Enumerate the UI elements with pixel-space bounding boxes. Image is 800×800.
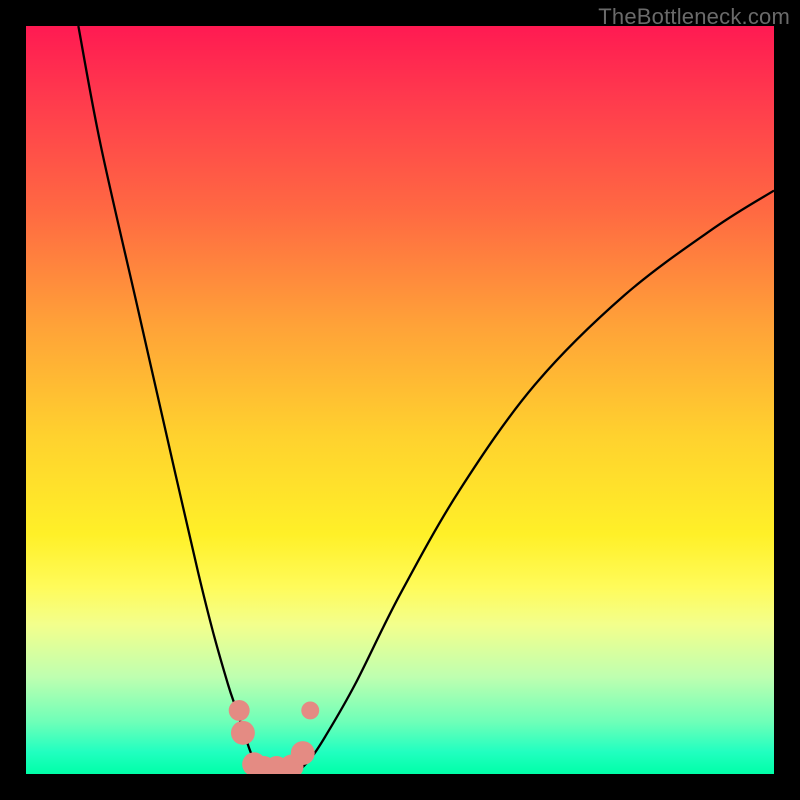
curve-right-branch — [295, 191, 774, 774]
watermark-text: TheBottleneck.com — [598, 4, 790, 30]
cluster-dot — [231, 721, 255, 745]
cluster-dot — [301, 701, 319, 719]
cluster-dot — [291, 741, 315, 765]
curve-layer — [26, 26, 774, 774]
bottom-cluster-dots — [229, 700, 320, 774]
plot-area — [26, 26, 774, 774]
curve-left-branch — [78, 26, 265, 774]
cluster-dot — [229, 700, 250, 721]
